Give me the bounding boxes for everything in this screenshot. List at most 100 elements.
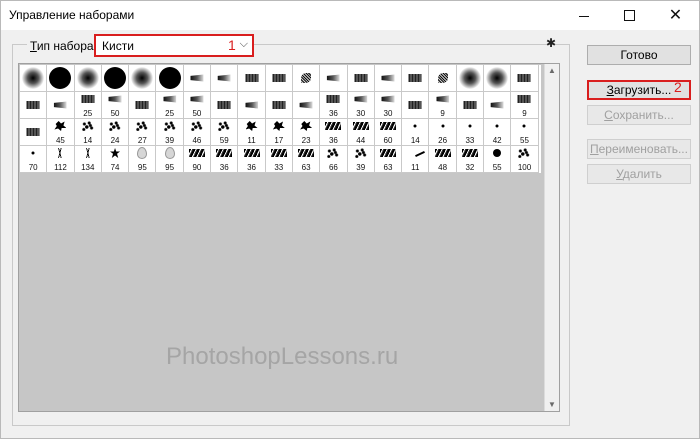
brush-preset-cell[interactable] xyxy=(238,65,266,92)
brush-preset-cell[interactable] xyxy=(183,65,212,92)
brush-preset-cell[interactable] xyxy=(20,119,48,146)
brush-preset-cell[interactable] xyxy=(484,65,512,92)
brush-hard-icon xyxy=(158,67,181,89)
brush-preset-cell[interactable] xyxy=(347,65,375,92)
vertical-scrollbar[interactable]: ▲ ▼ xyxy=(544,64,559,411)
brush-soft-icon xyxy=(76,67,99,89)
brush-preset-cell[interactable]: 90 xyxy=(183,146,212,173)
brush-scatter-icon xyxy=(354,148,367,158)
brush-size-label: 63 xyxy=(383,163,393,172)
brush-preset-cell[interactable]: 100 xyxy=(511,146,539,173)
brush-preset-cell[interactable]: 36 xyxy=(211,146,239,173)
brush-preset-cell[interactable]: 74 xyxy=(101,146,130,173)
save-button[interactable]: Сохранить... xyxy=(587,105,691,125)
brush-preset-cell[interactable] xyxy=(320,65,348,92)
brush-preset-cell[interactable] xyxy=(129,92,157,119)
brush-preset-cell[interactable] xyxy=(211,92,239,119)
brush-preset-cell[interactable]: 30 xyxy=(347,92,375,119)
brush-preset-cell[interactable] xyxy=(292,65,321,92)
brush-preset-cell[interactable] xyxy=(265,65,293,92)
brush-preset-cell[interactable]: 25 xyxy=(74,92,102,119)
brush-preset-cell[interactable] xyxy=(456,65,485,92)
brush-dotsmall-icon xyxy=(495,124,499,128)
brush-flat-icon xyxy=(354,74,368,82)
brush-preset-cell[interactable]: 42 xyxy=(484,119,512,146)
brush-preset-cell[interactable]: 50 xyxy=(101,92,130,119)
brush-preset-cell[interactable]: 36 xyxy=(320,119,348,146)
brush-preset-cell[interactable]: 14 xyxy=(74,119,102,146)
brush-preset-cell[interactable]: 95 xyxy=(129,146,157,173)
brush-preset-cell[interactable]: 36 xyxy=(320,92,348,119)
brush-bristle-icon xyxy=(190,95,204,103)
brush-preset-cell[interactable]: 25 xyxy=(156,92,184,119)
brush-preset-cell[interactable]: 59 xyxy=(211,119,239,146)
brush-preset-cell[interactable]: 30 xyxy=(374,92,403,119)
close-button[interactable]: ✕ xyxy=(653,1,698,30)
minimize-button[interactable] xyxy=(561,1,606,30)
brush-preset-cell[interactable]: 11 xyxy=(238,119,266,146)
brush-scatter-icon xyxy=(109,121,122,131)
brush-preset-cell[interactable]: 50 xyxy=(183,92,212,119)
brush-preset-cell[interactable] xyxy=(101,65,130,92)
done-button[interactable]: Готово xyxy=(587,45,691,65)
brush-preset-cell[interactable]: 14 xyxy=(402,119,430,146)
watermark-text: PhotoshopLessons.ru xyxy=(166,343,399,370)
brush-preset-cell[interactable]: 70 xyxy=(20,146,48,173)
brush-preset-cell[interactable] xyxy=(238,92,266,119)
brush-preset-cell[interactable] xyxy=(156,65,184,92)
brush-preset-cell[interactable]: 66 xyxy=(320,146,348,173)
brush-preset-cell[interactable] xyxy=(456,92,485,119)
brush-preset-cell[interactable]: 9 xyxy=(511,92,539,119)
brush-preset-cell[interactable]: 33 xyxy=(265,146,293,173)
brush-preset-cell[interactable] xyxy=(374,65,403,92)
brush-preset-cell[interactable]: 36 xyxy=(238,146,266,173)
brush-preset-cell[interactable] xyxy=(292,92,321,119)
brush-preset-cell[interactable]: 33 xyxy=(456,119,485,146)
brush-preset-cell[interactable]: 32 xyxy=(456,146,485,173)
brush-preset-cell[interactable]: 44 xyxy=(347,119,375,146)
maximize-button[interactable] xyxy=(607,1,652,30)
brush-preset-cell[interactable]: 63 xyxy=(292,146,321,173)
brush-preset-cell[interactable]: 46 xyxy=(183,119,212,146)
brush-preset-cell[interactable] xyxy=(47,92,75,119)
brush-preset-cell[interactable]: 39 xyxy=(347,146,375,173)
brush-preset-cell[interactable] xyxy=(484,92,512,119)
brush-preset-cell[interactable]: 48 xyxy=(429,146,457,173)
brush-preset-cell[interactable] xyxy=(402,65,430,92)
brush-preset-cell[interactable]: 23 xyxy=(292,119,321,146)
brush-preset-cell[interactable]: 26 xyxy=(429,119,457,146)
brush-preset-cell[interactable]: 134 xyxy=(74,146,102,173)
scroll-down-icon[interactable]: ▼ xyxy=(548,400,556,409)
preset-manager-dialog: Управление наборами ✕ Тип набора: Кисти … xyxy=(0,0,700,439)
brush-preset-cell[interactable]: 60 xyxy=(374,119,403,146)
brush-preset-cell[interactable] xyxy=(47,65,75,92)
brush-flat-icon xyxy=(26,128,40,136)
delete-button[interactable]: Удалить xyxy=(587,164,691,184)
gear-menu-icon[interactable]: ✱ xyxy=(546,36,556,50)
brush-preset-cell[interactable]: 55 xyxy=(484,146,512,173)
brush-texture-icon xyxy=(216,149,233,157)
brush-preset-cell[interactable] xyxy=(211,65,239,92)
brush-preset-cell[interactable] xyxy=(511,65,539,92)
brush-preset-cell[interactable]: 55 xyxy=(511,119,539,146)
brush-preset-cell[interactable]: 11 xyxy=(402,146,430,173)
brush-preset-cell[interactable] xyxy=(20,92,48,119)
scroll-up-icon[interactable]: ▲ xyxy=(548,66,556,75)
brush-size-label: 55 xyxy=(492,163,502,172)
brush-preset-cell[interactable]: 24 xyxy=(101,119,130,146)
brush-preset-cell[interactable] xyxy=(74,65,102,92)
brush-preset-cell[interactable] xyxy=(20,65,48,92)
brush-preset-cell[interactable]: 95 xyxy=(156,146,184,173)
brush-preset-cell[interactable]: 39 xyxy=(156,119,184,146)
rename-button[interactable]: Переименовать... xyxy=(587,139,691,159)
brush-preset-cell[interactable]: 63 xyxy=(374,146,403,173)
brush-preset-cell[interactable] xyxy=(265,92,293,119)
brush-preset-cell[interactable]: 27 xyxy=(129,119,157,146)
brush-preset-cell[interactable] xyxy=(129,65,157,92)
brush-preset-cell[interactable]: 9 xyxy=(429,92,457,119)
brush-preset-cell[interactable]: 45 xyxy=(47,119,75,146)
brush-preset-cell[interactable] xyxy=(429,65,457,92)
brush-preset-cell[interactable]: 17 xyxy=(265,119,293,146)
brush-preset-cell[interactable] xyxy=(402,92,430,119)
brush-preset-cell[interactable]: 112 xyxy=(47,146,75,173)
